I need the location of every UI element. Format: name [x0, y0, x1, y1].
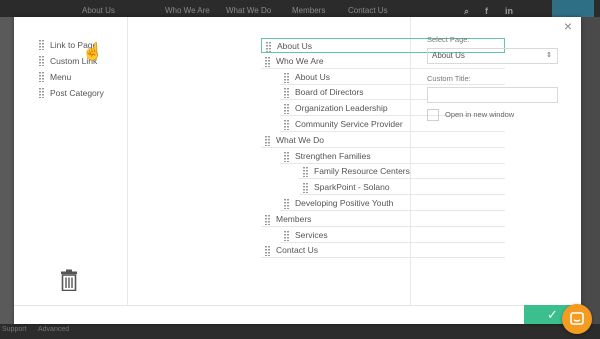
checkmark-icon: ✓ [547, 307, 558, 322]
background-bottom-bar [0, 324, 600, 339]
menu-tree-item-label: SparkPoint - Solano [314, 182, 390, 193]
bg-bottom-text: Advanced [38, 326, 70, 333]
linkedin-icon: in [505, 6, 513, 16]
chat-icon [570, 312, 584, 325]
open-in-new-window-label: Open in new window [445, 110, 515, 119]
chat-widget-button[interactable] [562, 304, 592, 334]
drag-handle-icon[interactable] [284, 120, 289, 130]
item-type-post-category[interactable]: Post Category [35, 85, 107, 101]
custom-title-input[interactable] [427, 87, 558, 103]
menu-structure-panel: About Us Who We Are About Us Board of Direc… [128, 17, 505, 305]
facebook-icon: f [485, 6, 488, 16]
menu-editor-modal: × Link to Page Custom Link Menu Post Cat… [14, 17, 581, 324]
menu-tree-item-label: Board of Directors [295, 87, 364, 98]
drag-handle-icon[interactable] [39, 88, 44, 98]
select-page-dropdown[interactable]: About Us ⇕ [427, 48, 558, 64]
drag-handle-icon[interactable] [39, 40, 44, 50]
select-arrows-icon: ⇕ [546, 52, 552, 59]
open-in-new-window-checkbox[interactable] [427, 109, 439, 121]
item-type-label: Post Category [50, 88, 104, 98]
drag-handle-icon[interactable] [284, 199, 289, 209]
drag-handle-icon[interactable] [284, 230, 289, 241]
drag-handle-icon[interactable] [265, 214, 270, 225]
search-icon: ⌕ [464, 6, 470, 16]
bg-nav-item: Members [292, 6, 326, 15]
menu-tree-item-label: Services [295, 229, 328, 240]
menu-tree-item-label: Contact Us [276, 245, 319, 256]
drag-handle-icon[interactable] [284, 88, 289, 99]
item-settings-panel: Select Page: About Us ⇕ Custom Title: Op… [411, 17, 581, 305]
custom-title-label: Custom Title: [427, 74, 471, 83]
drag-handle-icon[interactable] [303, 167, 308, 178]
drag-handle-icon[interactable] [265, 135, 270, 146]
menu-tree-item-label: Members [276, 213, 312, 224]
drag-handle-icon[interactable] [284, 104, 289, 115]
drag-handle-icon[interactable] [266, 42, 271, 52]
menu-tree-item-label: Organization Leadership [295, 103, 388, 114]
background-left-toolbar [0, 17, 14, 339]
drag-handle-icon[interactable] [284, 72, 289, 83]
menu-tree-item-label: Developing Positive Youth [295, 198, 394, 208]
modal-footer-divider [14, 305, 581, 306]
bg-nav-partial: About Us [82, 6, 115, 15]
menu-tree-item-label: Family Resource Centers [314, 166, 410, 177]
menu-tree-item-label: About Us [277, 41, 312, 51]
drag-handle-icon[interactable] [265, 246, 270, 257]
item-type-menu[interactable]: Menu [35, 69, 107, 85]
hand-cursor-icon: ☝ [82, 42, 104, 61]
menu-tree-item-label: Who We Are [276, 55, 324, 66]
bg-nav-item: Contact Us [348, 6, 388, 15]
menu-tree-item-label: What We Do [276, 134, 325, 145]
drag-handle-icon[interactable] [303, 183, 308, 194]
trash-icon[interactable] [60, 269, 78, 291]
menu-tree-item-label: Strengthen Families [295, 150, 371, 161]
item-type-label: Menu [50, 72, 72, 82]
menu-tree-item-label: About Us [295, 71, 330, 82]
item-types-panel: Link to Page Custom Link Menu Post Categ… [14, 17, 128, 305]
drag-handle-icon[interactable] [39, 72, 44, 82]
menu-tree-item-label: Community Service Provider [295, 119, 403, 129]
select-page-value: About Us [432, 51, 465, 60]
bg-nav-item: What We Do [226, 6, 272, 15]
drag-handle-icon[interactable] [39, 56, 44, 66]
drag-handle-icon[interactable] [284, 151, 289, 162]
bg-nav-item: Who We Are [165, 6, 210, 15]
drag-handle-icon[interactable] [265, 56, 270, 67]
bg-bottom-text: Support [2, 326, 27, 333]
select-page-label: Select Page: [427, 35, 470, 44]
background-phone-box [552, 0, 594, 17]
